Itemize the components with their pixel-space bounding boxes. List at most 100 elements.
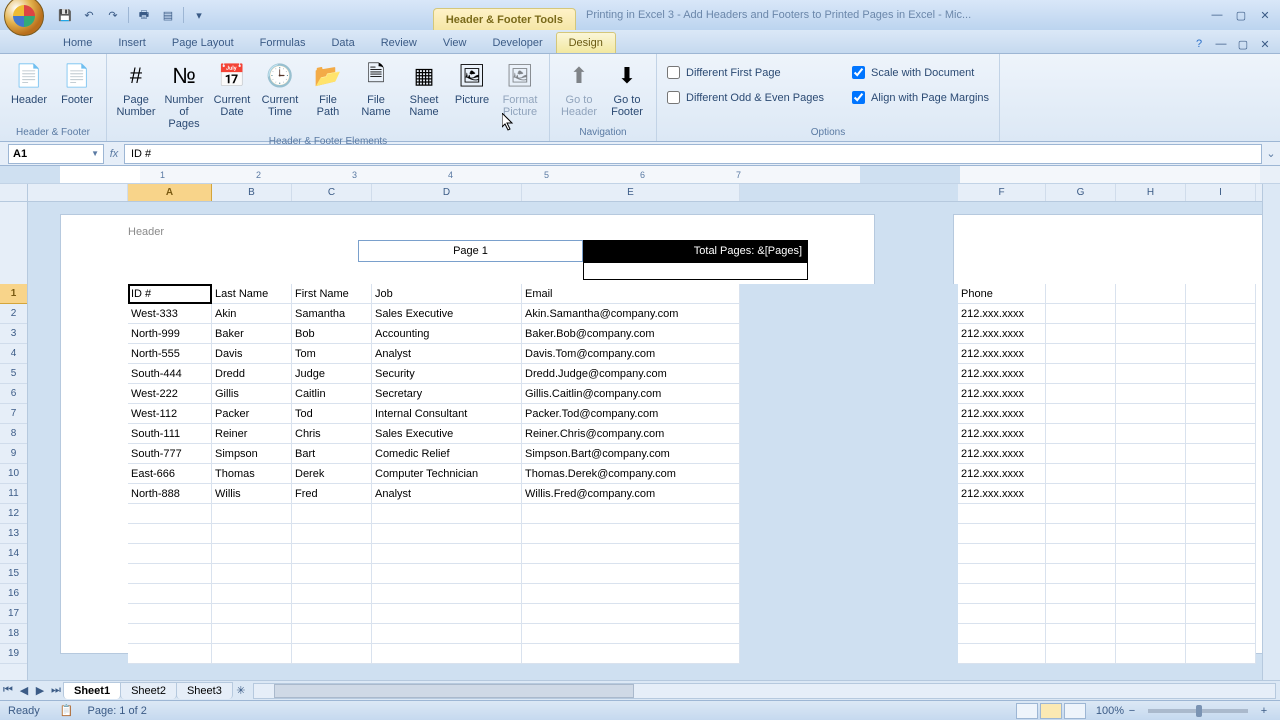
- fx-icon[interactable]: fx: [104, 148, 124, 160]
- prev-sheet-icon[interactable]: ◀: [16, 683, 32, 699]
- tab-formulas[interactable]: Formulas: [247, 32, 319, 53]
- row-15[interactable]: 15: [0, 564, 27, 584]
- checkbox[interactable]: [667, 66, 680, 79]
- minimize-icon[interactable]: —: [1206, 6, 1228, 24]
- header-button[interactable]: 📄Header: [6, 56, 52, 122]
- status-ready: Ready: [8, 705, 40, 717]
- page-break-view-button[interactable]: [1064, 703, 1086, 719]
- file-icon: 🗎: [360, 60, 392, 92]
- col-G[interactable]: G: [1046, 184, 1116, 201]
- redo-icon[interactable]: ↷: [104, 6, 122, 24]
- vertical-scrollbar[interactable]: [1262, 184, 1280, 680]
- tab-insert[interactable]: Insert: [105, 32, 159, 53]
- row-7[interactable]: 7: [0, 404, 27, 424]
- row-18[interactable]: 18: [0, 624, 27, 644]
- tab-data[interactable]: Data: [318, 32, 367, 53]
- current-date-button[interactable]: 📅CurrentDate: [209, 56, 255, 122]
- tab-design[interactable]: Design: [556, 32, 616, 53]
- zoom-slider[interactable]: [1148, 709, 1248, 713]
- checkbox[interactable]: [852, 91, 865, 104]
- row-17[interactable]: 17: [0, 604, 27, 624]
- footer-button[interactable]: 📄Footer: [54, 56, 100, 122]
- help-icon[interactable]: ?: [1190, 35, 1208, 53]
- restore-window-icon[interactable]: ▢: [1234, 35, 1252, 53]
- zoom-out-icon[interactable]: −: [1124, 703, 1140, 719]
- normal-view-button[interactable]: [1016, 703, 1038, 719]
- row-16[interactable]: 16: [0, 584, 27, 604]
- file-path-button[interactable]: 📂FilePath: [305, 56, 351, 122]
- tab-home[interactable]: Home: [50, 32, 105, 53]
- row-2[interactable]: 2: [0, 304, 27, 324]
- option-different-first-page[interactable]: Different First Page: [663, 64, 828, 81]
- save-icon[interactable]: 💾: [56, 6, 74, 24]
- sheet-tab-sheet2[interactable]: Sheet2: [120, 682, 177, 699]
- first-sheet-icon[interactable]: ⏮: [0, 683, 16, 699]
- col-I[interactable]: I: [1186, 184, 1256, 201]
- sheet-tab-sheet1[interactable]: Sheet1: [63, 682, 121, 699]
- option-align-with-page-margins[interactable]: Align with Page Margins: [848, 89, 993, 106]
- row-6[interactable]: 6: [0, 384, 27, 404]
- col-F[interactable]: F: [958, 184, 1046, 201]
- file-name-button[interactable]: 🗎FileName: [353, 56, 399, 122]
- row-3[interactable]: 3: [0, 324, 27, 344]
- col-H[interactable]: H: [1116, 184, 1186, 201]
- minimize-ribbon-icon[interactable]: —: [1212, 35, 1230, 53]
- formula-input[interactable]: ID #: [124, 144, 1262, 164]
- row-11[interactable]: 11: [0, 484, 27, 504]
- grid[interactable]: ABCDEFGHI Header Page 1 Total Pages: &[P…: [28, 184, 1262, 680]
- col-E[interactable]: E: [522, 184, 740, 201]
- chevron-down-icon[interactable]: ▼: [91, 149, 99, 158]
- tab-review[interactable]: Review: [368, 32, 430, 53]
- number-icon: №: [168, 60, 200, 92]
- zoom-level: 100%: [1096, 705, 1124, 717]
- insert-sheet-icon[interactable]: ✳: [233, 683, 249, 699]
- row-10[interactable]: 10: [0, 464, 27, 484]
- checkbox[interactable]: [667, 91, 680, 104]
- undo-icon[interactable]: ↶: [80, 6, 98, 24]
- header-right-caret[interactable]: [583, 262, 808, 280]
- group-label: Navigation: [556, 125, 650, 141]
- maximize-icon[interactable]: ▢: [1230, 6, 1252, 24]
- picture-button[interactable]: 🖼Picture: [449, 56, 495, 122]
- qat-more-icon[interactable]: ▾: [190, 6, 208, 24]
- option-different-odd-&-even-pages[interactable]: Different Odd & Even Pages: [663, 89, 828, 106]
- row-14[interactable]: 14: [0, 544, 27, 564]
- tab-developer[interactable]: Developer: [479, 32, 555, 53]
- row-5[interactable]: 5: [0, 364, 27, 384]
- col-A[interactable]: A: [128, 184, 212, 201]
- go to-footer-button[interactable]: ⬇Go toFooter: [604, 56, 650, 122]
- tab-page-layout[interactable]: Page Layout: [159, 32, 247, 53]
- last-sheet-icon[interactable]: ⏭: [48, 683, 64, 699]
- new-icon[interactable]: ▤: [159, 6, 177, 24]
- current-time-button[interactable]: 🕒CurrentTime: [257, 56, 303, 122]
- expand-formula-icon[interactable]: ⌄: [1262, 147, 1280, 160]
- row-9[interactable]: 9: [0, 444, 27, 464]
- number-of pages-button[interactable]: №Numberof Pages: [161, 56, 207, 134]
- tab-view[interactable]: View: [430, 32, 480, 53]
- close-icon[interactable]: ✕: [1254, 6, 1276, 24]
- row-1[interactable]: 1: [0, 284, 27, 304]
- zoom-in-icon[interactable]: +: [1256, 703, 1272, 719]
- name-box[interactable]: A1 ▼: [8, 144, 104, 164]
- col-D[interactable]: D: [372, 184, 522, 201]
- print-preview-icon[interactable]: 🖶: [135, 6, 153, 24]
- col-C[interactable]: C: [292, 184, 372, 201]
- option-scale-with-document[interactable]: Scale with Document: [848, 64, 993, 81]
- row-8[interactable]: 8: [0, 424, 27, 444]
- sheet-tab-sheet3[interactable]: Sheet3: [176, 682, 233, 699]
- page-layout-view-button[interactable]: [1040, 703, 1062, 719]
- checkbox[interactable]: [852, 66, 865, 79]
- select-all-corner[interactable]: [0, 184, 27, 202]
- row-13[interactable]: 13: [0, 524, 27, 544]
- col-B[interactable]: B: [212, 184, 292, 201]
- row-4[interactable]: 4: [0, 344, 27, 364]
- next-sheet-icon[interactable]: ▶: [32, 683, 48, 699]
- row-12[interactable]: 12: [0, 504, 27, 524]
- page-number-button[interactable]: #PageNumber: [113, 56, 159, 122]
- row-19[interactable]: 19: [0, 644, 27, 664]
- close-workbook-icon[interactable]: ✕: [1256, 35, 1274, 53]
- header-center-box[interactable]: Page 1: [358, 240, 583, 262]
- horizontal-scrollbar[interactable]: [253, 683, 1276, 699]
- sheet-name-button[interactable]: ▦SheetName: [401, 56, 447, 122]
- header-right-box[interactable]: Total Pages: &[Pages]: [583, 240, 808, 262]
